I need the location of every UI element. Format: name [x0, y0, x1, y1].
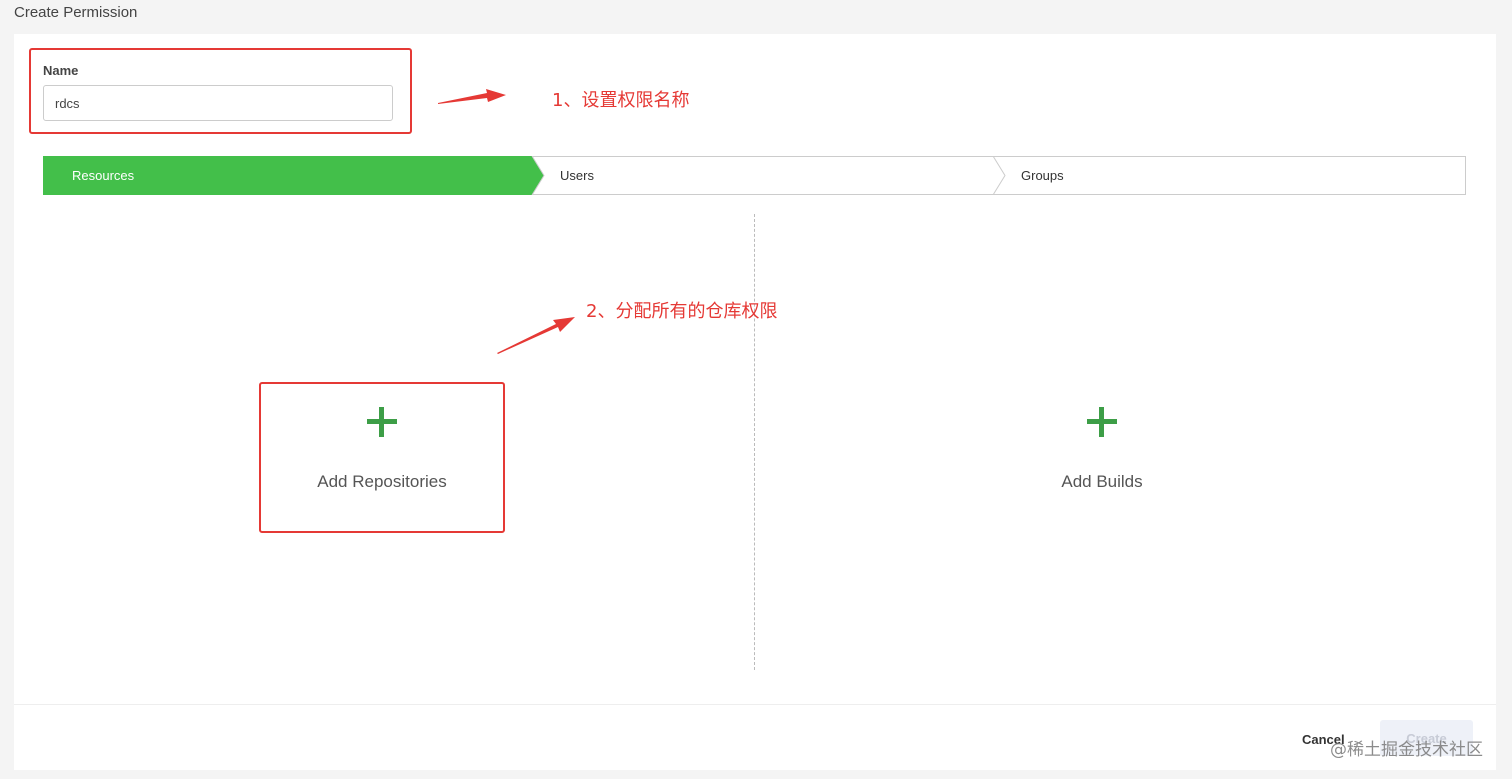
annotation-step1: 1、设置权限名称	[552, 90, 690, 111]
watermark: @稀土掘金技术社区	[1330, 740, 1483, 760]
tab-resources[interactable]: Resources	[43, 156, 538, 195]
name-highlight-box	[29, 48, 412, 134]
add-builds-label: Add Builds	[1061, 472, 1143, 491]
tab-users[interactable]: Users	[538, 156, 999, 195]
permission-steps: Resources Users Groups	[43, 156, 1466, 195]
footer-divider	[14, 704, 1496, 705]
plus-icon	[1085, 405, 1119, 439]
tab-groups[interactable]: Groups	[999, 156, 1466, 195]
add-builds-button[interactable]: Add Builds	[982, 405, 1222, 492]
page-title: Create Permission	[14, 4, 138, 21]
tab-resources-label: Resources	[72, 168, 135, 183]
tab-groups-label: Groups	[1021, 168, 1064, 183]
repositories-highlight-box	[259, 382, 505, 533]
permission-form-card	[14, 34, 1496, 770]
annotation-step2: 2、分配所有的仓库权限	[586, 301, 778, 322]
resources-divider	[754, 214, 755, 670]
tab-users-label: Users	[560, 168, 594, 183]
